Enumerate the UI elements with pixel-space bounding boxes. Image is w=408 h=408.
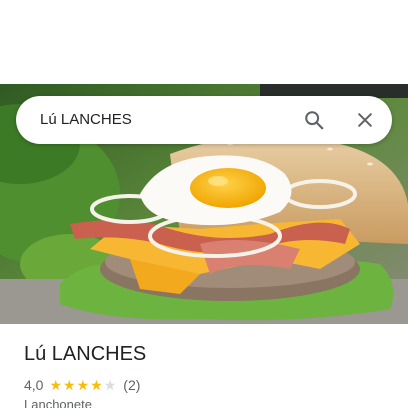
place-title: Lú LANCHES (24, 343, 147, 365)
search-bar[interactable]: Lú LANCHES (16, 96, 392, 144)
clear-search-button[interactable] (349, 104, 381, 136)
close-icon (358, 113, 372, 127)
place-info-panel: Lú LANCHES 4,0 ★ ★ ★ ★ ★ (2) Lanchonete (0, 324, 408, 408)
search-icon (305, 111, 324, 130)
star-icon: ★ (63, 377, 76, 393)
star-icon: ★ (103, 377, 117, 393)
search-query-text[interactable]: Lú LANCHES (40, 110, 132, 130)
place-category: Lanchonete (24, 397, 92, 408)
star-icon: ★ (76, 377, 90, 393)
star-icon: ★ (90, 377, 103, 393)
rating-row[interactable]: 4,0 ★ ★ ★ ★ ★ (2) (24, 376, 140, 394)
rating-value: 4,0 (24, 377, 44, 393)
star-rating: ★ ★ ★ ★ ★ (49, 378, 117, 392)
review-count: (2) (123, 377, 141, 393)
place-screen: Lú LANCHES Lú LANCHES 4,0 ★ ★ ★ ★ ★ (2) Lanc… (0, 0, 408, 408)
search-button[interactable] (298, 104, 330, 136)
star-icon: ★ (49, 377, 63, 393)
